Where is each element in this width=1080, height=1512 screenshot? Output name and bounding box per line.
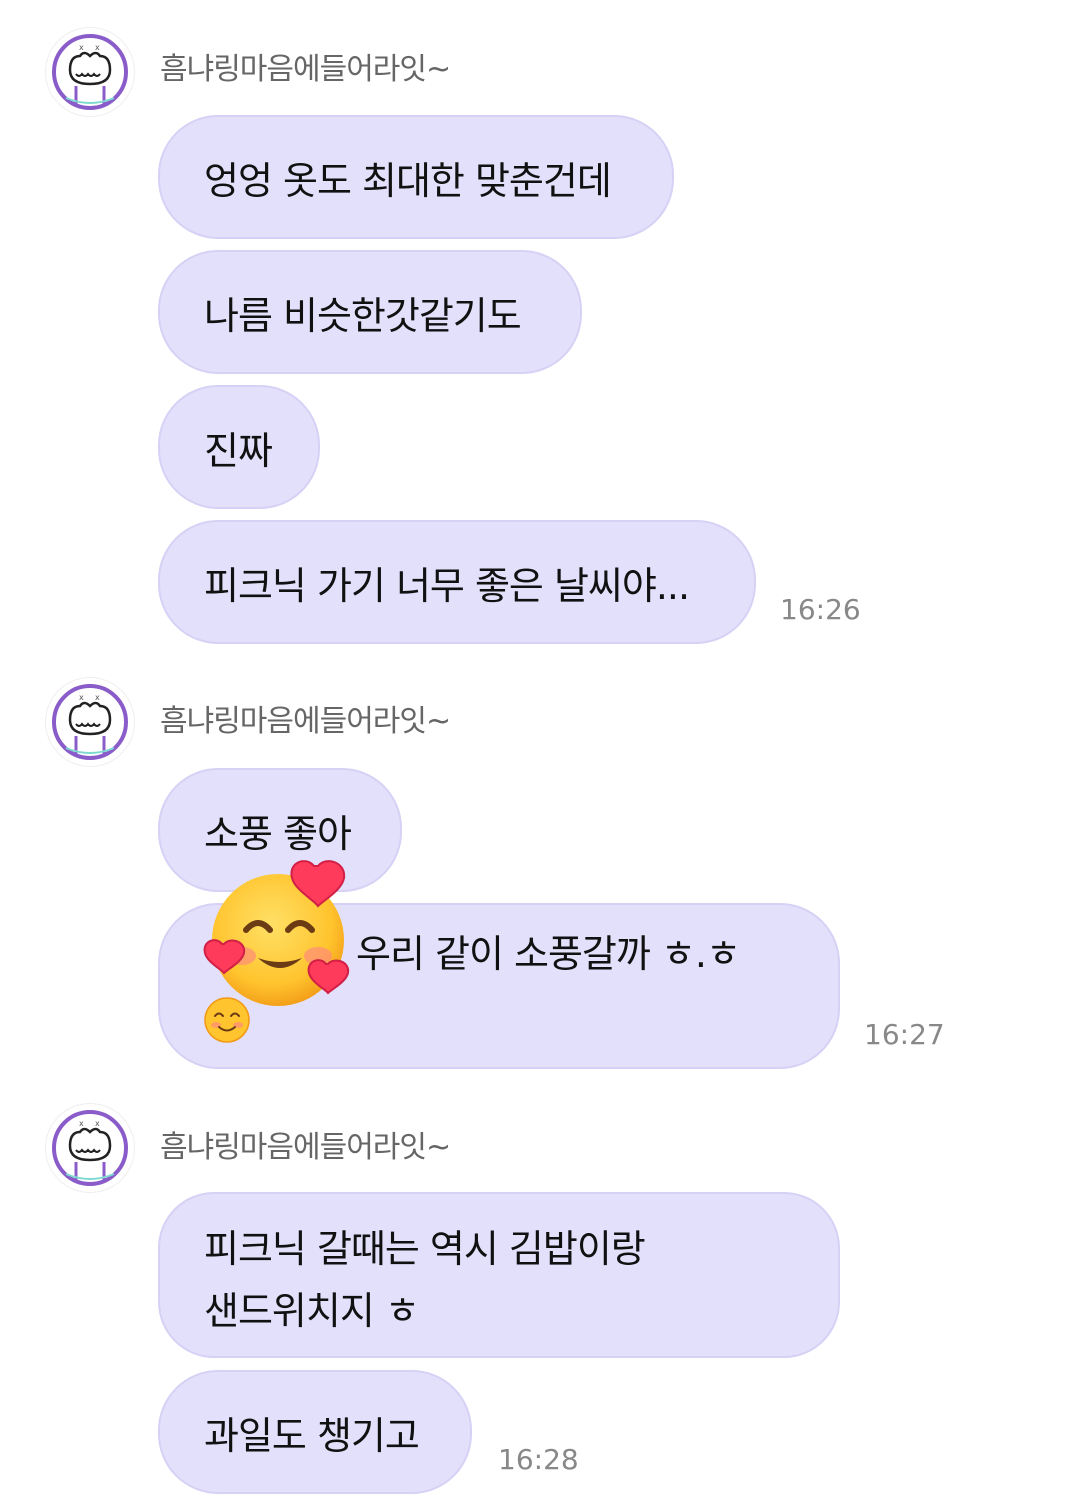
message-text: 과일도 챙기고 (204, 1413, 420, 1458)
svg-text:x: x (79, 43, 84, 52)
message-bubble[interactable]: 피크닉 갈때는 역시 김밥이랑 샌드위치지 ㅎ (158, 1192, 840, 1358)
message-text: 소풍 좋아 (204, 811, 352, 856)
message-text: 피크닉 가기 너무 좋은 날씨야... (204, 563, 690, 608)
message-bubble[interactable]: 진짜 (158, 385, 320, 509)
message-text: 진짜 (204, 428, 273, 473)
message-text-line: 피크닉 갈때는 역시 김밥이랑 (204, 1227, 646, 1271)
svg-text:x: x (79, 1119, 84, 1128)
smiling-face-with-hearts-emoji (203, 860, 350, 1006)
sender-name: 흠냐링마음에들어라잇~ (160, 52, 451, 87)
sender-name: 흠냐링마음에들어라잇~ (160, 704, 451, 739)
doodle-face-avatar-icon: x x (52, 1110, 128, 1186)
svg-text:x: x (95, 43, 100, 52)
message-text-line: 샌드위치지 ㅎ (204, 1289, 420, 1333)
message-bubble[interactable]: 나름 비슷한갓같기도 (158, 250, 582, 374)
doodle-face-avatar-icon: x x (52, 34, 128, 110)
message-bubble[interactable]: 과일도 챙기고 (158, 1370, 472, 1494)
svg-text:x: x (95, 693, 100, 702)
message-bubble[interactable]: 피크닉 가기 너무 좋은 날씨야... (158, 520, 756, 644)
sender-name: 흠냐링마음에들어라잇~ (160, 1130, 451, 1165)
smiling-face-emoji (204, 997, 250, 1043)
message-timestamp: 16:28 (498, 1443, 579, 1476)
message-timestamp: 16:27 (864, 1018, 945, 1051)
svg-text:x: x (95, 1119, 100, 1128)
sender-avatar[interactable]: x x (46, 28, 134, 116)
sender-avatar[interactable]: x x (46, 1104, 134, 1192)
sender-avatar[interactable]: x x (46, 678, 134, 766)
message-timestamp: 16:26 (780, 593, 861, 626)
message-text: 엉엉 옷도 최대한 맞춘건데 (204, 158, 612, 203)
message-text: 우리 같이 소풍갈까 ㅎ.ㅎ (356, 932, 741, 976)
doodle-face-avatar-icon: x x (52, 684, 128, 760)
message-text: 나름 비슷한갓같기도 (204, 293, 522, 338)
svg-text:x: x (79, 693, 84, 702)
message-bubble[interactable]: 엉엉 옷도 최대한 맞춘건데 (158, 115, 674, 239)
